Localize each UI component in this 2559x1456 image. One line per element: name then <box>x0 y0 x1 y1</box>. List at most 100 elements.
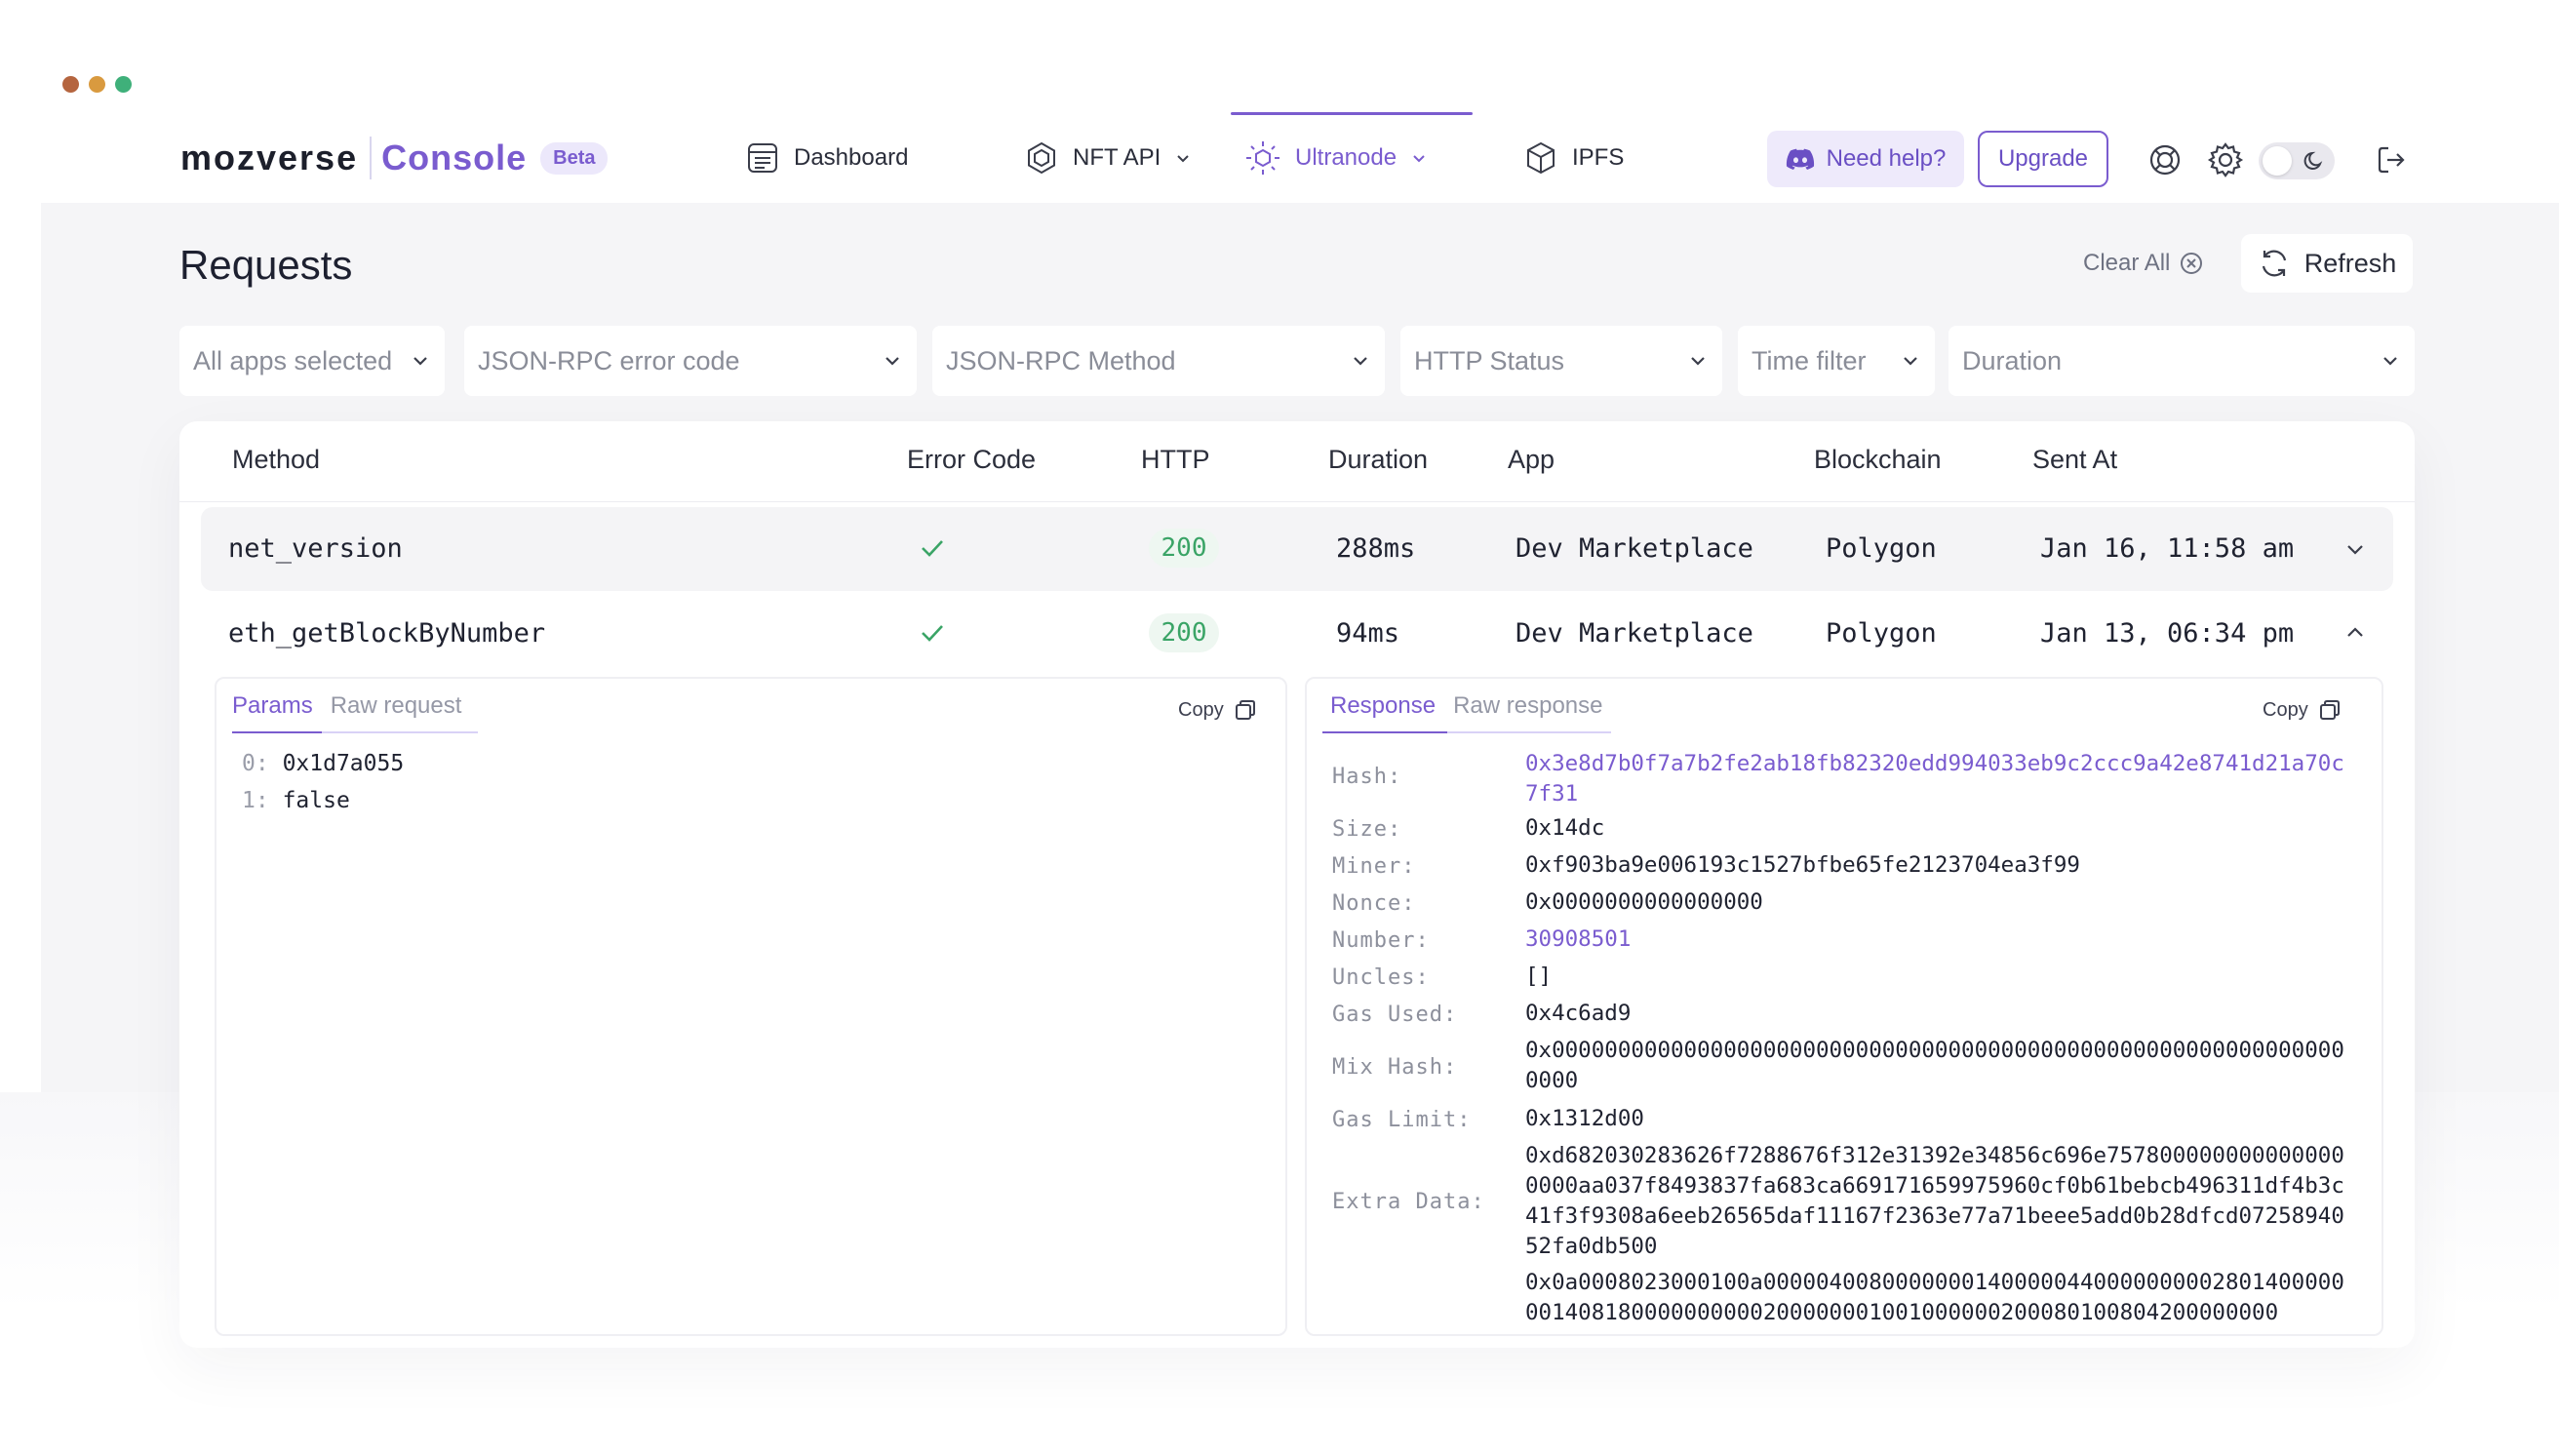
brand-logo[interactable]: mozverse Console Beta <box>180 137 609 179</box>
brand-name: mozverse <box>180 138 359 177</box>
field-key-hash: Hash: <box>1332 765 1402 789</box>
settings-gear-icon[interactable] <box>2206 140 2245 179</box>
column-header-sent-at[interactable]: Sent At <box>2032 445 2117 475</box>
tab-raw-request[interactable]: Raw request <box>331 689 462 729</box>
support-lifebuoy-icon[interactable] <box>2146 140 2185 179</box>
tab-raw-response[interactable]: Raw response <box>1453 689 1602 729</box>
field-key-miner: Miner: <box>1332 854 1416 879</box>
nav-ipfs[interactable]: IPFS <box>1523 133 1624 183</box>
filter-duration-label: Duration <box>1962 345 2063 375</box>
field-key-nonce: Nonce: <box>1332 891 1416 916</box>
nav-ultranode-label: Ultranode <box>1295 144 1398 171</box>
chevron-down-icon <box>1413 155 1425 163</box>
field-key-uncles: Uncles: <box>1332 965 1430 990</box>
copy-params-button[interactable]: Copy <box>1178 698 1257 722</box>
chevron-down-icon <box>1354 357 1367 366</box>
field-key-mix-hash: Mix Hash: <box>1332 1055 1458 1080</box>
tab-params[interactable]: Params <box>232 689 313 729</box>
refresh-icon <box>2262 250 2286 277</box>
chevron-down-icon <box>886 357 899 366</box>
window-dot-minimize[interactable] <box>89 76 105 93</box>
theme-toggle-knob <box>2263 146 2292 176</box>
param-value: 0x1d7a055 <box>282 751 405 776</box>
filter-time-label: Time filter <box>1752 345 1867 375</box>
filter-jsonrpc-error-code[interactable]: JSON-RPC error code <box>464 326 917 396</box>
window-dot-close[interactable] <box>62 76 79 93</box>
copy-icon <box>2319 700 2340 720</box>
nav-ultranode[interactable]: Ultranode <box>1244 133 1428 183</box>
discord-icon <box>1786 148 1814 170</box>
chevron-down-icon <box>2383 357 2397 366</box>
copy-icon <box>1235 700 1255 720</box>
close-circle-icon <box>2181 253 2203 274</box>
field-value-hash[interactable]: 0x3e8d7b0f7a7b2fe2ab18fb82320edd994033eb… <box>1525 749 2344 809</box>
field-value-gas-used: 0x4c6ad9 <box>1525 1001 1632 1026</box>
clear-all-button[interactable]: Clear All <box>2083 250 2203 277</box>
field-value-number[interactable]: 30908501 <box>1525 925 2344 955</box>
upgrade-button[interactable]: Upgrade <box>1978 131 2108 187</box>
filter-apps-label: All apps selected <box>193 345 393 375</box>
params-tab-underline <box>232 731 478 733</box>
filter-duration[interactable]: Duration <box>1949 326 2415 396</box>
nav-nft-api[interactable]: NFT API <box>1024 133 1192 183</box>
chevron-down-icon[interactable] <box>2342 536 2368 562</box>
field-key-gas-used: Gas Used: <box>1332 1003 1458 1027</box>
field-value-extra-data: 0xd682030283626f7288676f312e31392e34856c… <box>1525 1143 2344 1259</box>
cell-app: Dev Marketplace <box>1516 533 1753 564</box>
tab-response[interactable]: Response <box>1330 689 1436 729</box>
http-status-badge: 200 <box>1149 529 1219 568</box>
copy-label: Copy <box>1178 698 1224 721</box>
column-header-http[interactable]: HTTP <box>1141 445 1210 475</box>
need-help-label: Need help? <box>1826 145 1947 172</box>
filter-apps[interactable]: All apps selected <box>179 326 445 396</box>
field-value-logs-bloom: 0x0a0008023000100a0000040080000000140000… <box>1525 1270 2344 1325</box>
brand-product: Console <box>381 138 528 177</box>
params-panel: Params Raw request Copy 0: 0x1d7a055 1: … <box>215 677 1287 1336</box>
theme-toggle[interactable] <box>2259 142 2335 179</box>
field-key-size: Size: <box>1332 817 1402 842</box>
filter-http-status[interactable]: HTTP Status <box>1400 326 1722 396</box>
nav-active-indicator <box>1231 112 1473 115</box>
column-header-blockchain[interactable]: Blockchain <box>1814 445 1942 475</box>
copy-label: Copy <box>2263 698 2308 721</box>
logout-icon[interactable] <box>2372 140 2411 179</box>
window-dot-maximize[interactable] <box>115 76 132 93</box>
ipfs-cube-icon <box>1527 141 1555 175</box>
chevron-down-icon <box>1904 357 1917 366</box>
chevron-down-icon <box>413 357 427 366</box>
column-header-duration[interactable]: Duration <box>1328 445 1428 475</box>
success-check-icon <box>913 529 952 568</box>
filter-http-status-label: HTTP Status <box>1414 345 1565 375</box>
column-header-error-code[interactable]: Error Code <box>907 445 1036 475</box>
params-tabs: Params Raw request <box>232 689 461 729</box>
field-value-size: 0x14dc <box>1525 815 1605 841</box>
response-tab-underline <box>1322 731 1611 733</box>
window-controls <box>62 76 132 93</box>
copy-response-button[interactable]: Copy <box>2263 698 2342 722</box>
param-index: 0: <box>242 751 269 776</box>
field-value-nonce: 0x0000000000000000 <box>1525 889 1763 915</box>
chevron-up-icon[interactable] <box>2342 620 2368 646</box>
nft-api-icon <box>1028 141 1055 175</box>
param-index: 1: <box>242 788 269 813</box>
clear-all-label: Clear All <box>2083 250 2171 276</box>
requests-table: Method Error Code HTTP Duration App Bloc… <box>179 421 2415 1348</box>
refresh-button[interactable]: Refresh <box>2241 234 2413 293</box>
refresh-label: Refresh <box>2303 248 2397 278</box>
nav-dashboard[interactable]: Dashboard <box>745 133 908 183</box>
filter-jsonrpc-method[interactable]: JSON-RPC Method <box>932 326 1385 396</box>
chevron-down-icon <box>1177 155 1189 163</box>
success-check-icon <box>913 613 952 652</box>
cell-sent-at: Jan 13, 06:34 pm <box>2040 618 2295 649</box>
column-header-app[interactable]: App <box>1508 445 1555 475</box>
cell-blockchain: Polygon <box>1826 533 1937 564</box>
filter-time[interactable]: Time filter <box>1738 326 1935 396</box>
chevron-down-icon <box>1691 357 1705 366</box>
nav-nft-api-label: NFT API <box>1073 144 1161 171</box>
need-help-button[interactable]: Need help? <box>1767 131 1964 187</box>
cell-blockchain: Polygon <box>1826 618 1937 649</box>
cell-duration: 288ms <box>1336 533 1416 564</box>
param-value: false <box>282 788 350 813</box>
column-header-method[interactable]: Method <box>232 445 320 475</box>
nav-dashboard-label: Dashboard <box>794 144 909 171</box>
